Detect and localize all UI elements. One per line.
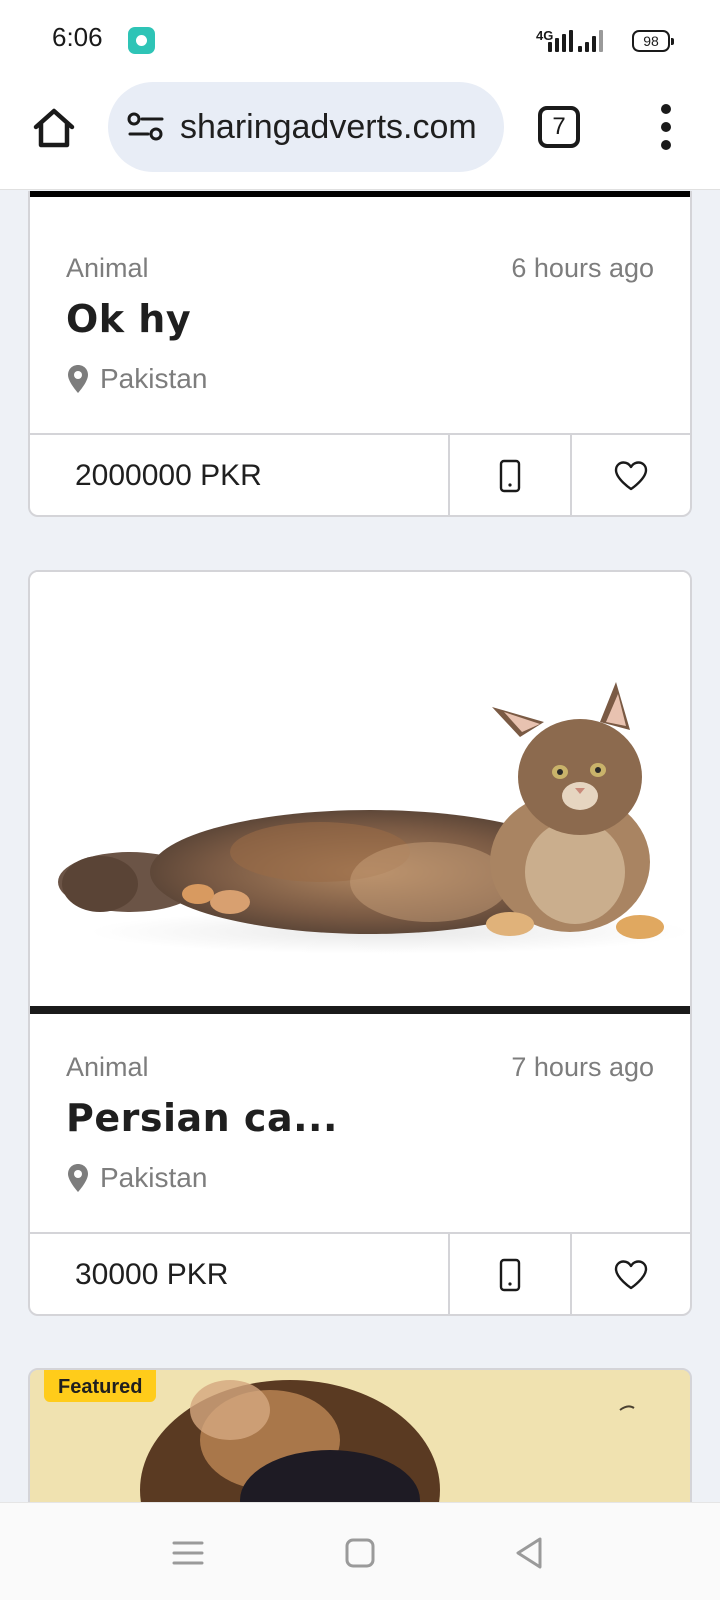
back-icon[interactable] <box>510 1533 550 1573</box>
listing-title[interactable]: Ok hy <box>66 297 191 341</box>
listing-location: Pakistan <box>66 1162 207 1194</box>
location-text: Pakistan <box>100 1162 208 1193</box>
listing-image <box>30 191 690 197</box>
favorite-button[interactable] <box>572 1234 690 1314</box>
home-icon[interactable] <box>30 104 78 152</box>
favorite-button[interactable] <box>572 435 690 515</box>
signal-icon <box>548 30 573 52</box>
cat-illustration <box>58 682 690 954</box>
image-divider <box>30 1006 690 1014</box>
location-pin-icon <box>68 1164 88 1192</box>
signal-icon <box>578 30 603 52</box>
call-button[interactable] <box>450 1234 572 1314</box>
listing-time: 6 hours ago <box>511 253 654 283</box>
listing-title[interactable]: Persian ca... <box>66 1096 338 1140</box>
call-button[interactable] <box>450 435 572 515</box>
home-nav-icon[interactable] <box>340 1533 380 1573</box>
site-settings-icon[interactable] <box>126 112 166 142</box>
app-notification-icon <box>128 27 155 54</box>
battery-icon: 98 <box>632 30 674 52</box>
location-text: Pakistan <box>100 363 208 394</box>
listing-time: 7 hours ago <box>511 1052 654 1082</box>
status-bar: 6:06 4G 98 <box>0 0 720 80</box>
listing-actions: 30000 PKR <box>30 1232 690 1314</box>
phone-icon <box>499 459 521 493</box>
listing-price: 2000000 PKR <box>30 435 450 515</box>
more-menu-icon[interactable] <box>652 104 680 150</box>
listing-feed: Animal 6 hours ago Ok hy Pakistan 200000… <box>0 191 720 1502</box>
recents-icon[interactable] <box>168 1533 208 1573</box>
address-bar[interactable]: sharingadverts.com <box>108 82 504 172</box>
status-time: 6:06 <box>52 22 103 52</box>
phone-icon <box>499 1258 521 1292</box>
heart-icon <box>614 461 648 491</box>
listing-card[interactable]: Animal 7 hours ago Persian ca... Pakista… <box>28 570 692 1316</box>
heart-icon <box>614 1260 648 1290</box>
featured-listing-card[interactable]: Featured <box>28 1368 692 1502</box>
featured-badge: Featured <box>44 1370 157 1402</box>
listing-price: 30000 PKR <box>30 1234 450 1314</box>
browser-toolbar: sharingadverts.com 7 <box>0 80 720 190</box>
tabs-icon[interactable]: 7 <box>538 106 580 148</box>
listing-actions: 2000000 PKR <box>30 433 690 515</box>
listing-location: Pakistan <box>66 363 207 395</box>
location-pin-icon <box>68 365 88 393</box>
listing-category: Animal <box>66 253 149 283</box>
listing-category: Animal <box>66 1052 149 1082</box>
cat-photo[interactable] <box>30 572 690 1012</box>
url-text[interactable]: sharingadverts.com <box>180 82 494 172</box>
listing-card[interactable]: Animal 6 hours ago Ok hy Pakistan 200000… <box>28 191 692 517</box>
system-nav-bar <box>0 1502 720 1600</box>
